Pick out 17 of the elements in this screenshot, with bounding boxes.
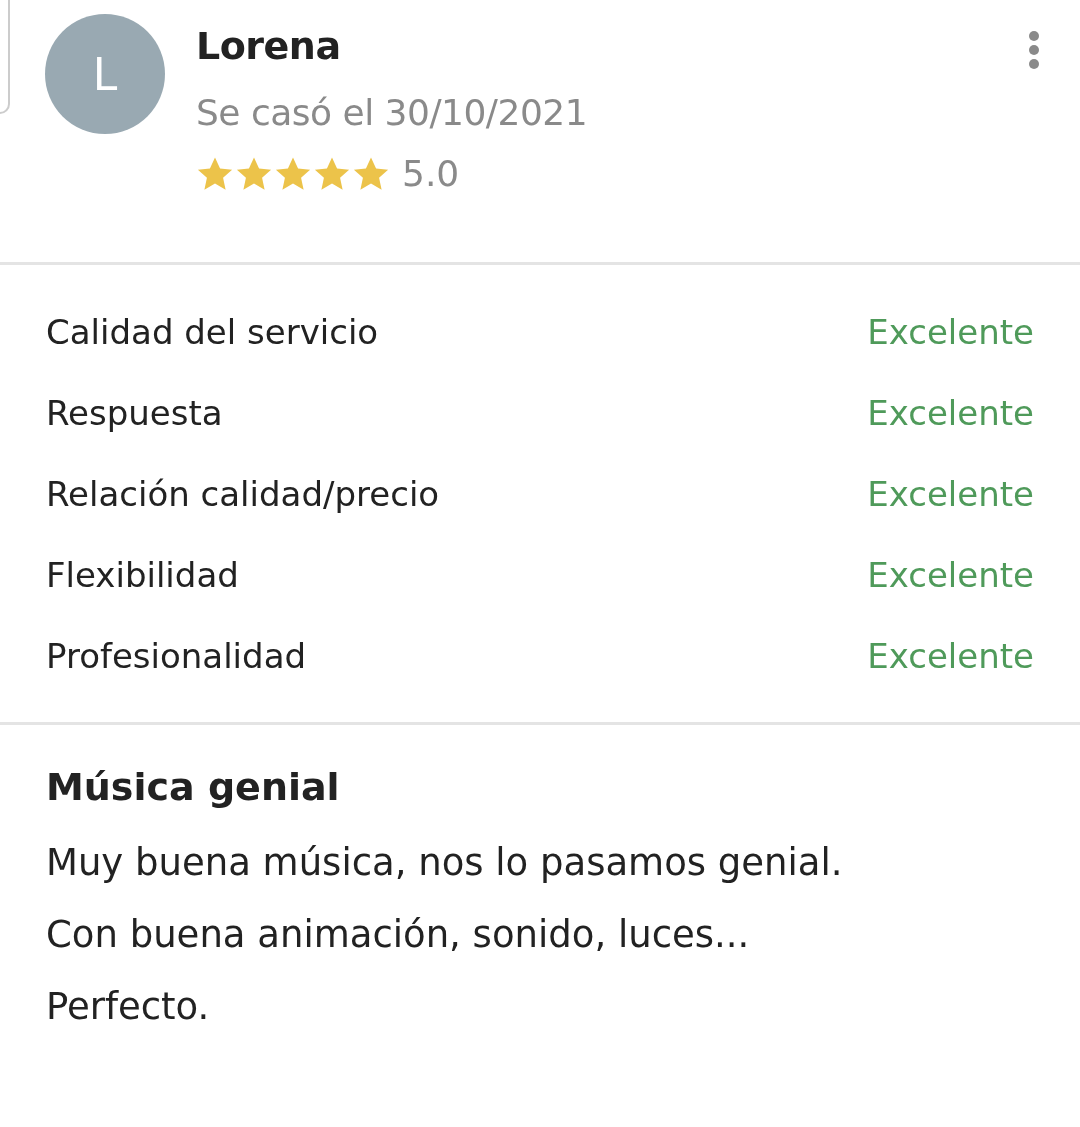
criterion-rating: Excelente bbox=[867, 311, 1034, 352]
criterion-rating: Excelente bbox=[867, 635, 1034, 676]
criterion-rating: Excelente bbox=[867, 554, 1034, 595]
wedding-date: Se casó el 30/10/2021 bbox=[196, 92, 589, 133]
criterion-label: Flexibilidad bbox=[46, 554, 239, 595]
avatar: L bbox=[45, 14, 165, 134]
criterion-label: Relación calidad/precio bbox=[46, 473, 440, 514]
reviewer-name: Lorena bbox=[196, 24, 342, 68]
criterion-rating: Excelente bbox=[867, 473, 1034, 514]
criterion-label: Calidad del servicio bbox=[46, 311, 379, 352]
criterion-label: Profesionalidad bbox=[46, 635, 307, 676]
review-text: Muy buena música, nos lo pasamos genial. Con buena animación, sonido, luces... Perfecto. bbox=[46, 840, 844, 1030]
review-title: Música genial bbox=[46, 765, 341, 809]
rating-value: 5.0 bbox=[402, 153, 460, 194]
criterion-rating: Excelente bbox=[867, 392, 1034, 433]
criterion-label: Respuesta bbox=[46, 392, 223, 433]
more-options-icon[interactable] bbox=[1028, 30, 1040, 70]
